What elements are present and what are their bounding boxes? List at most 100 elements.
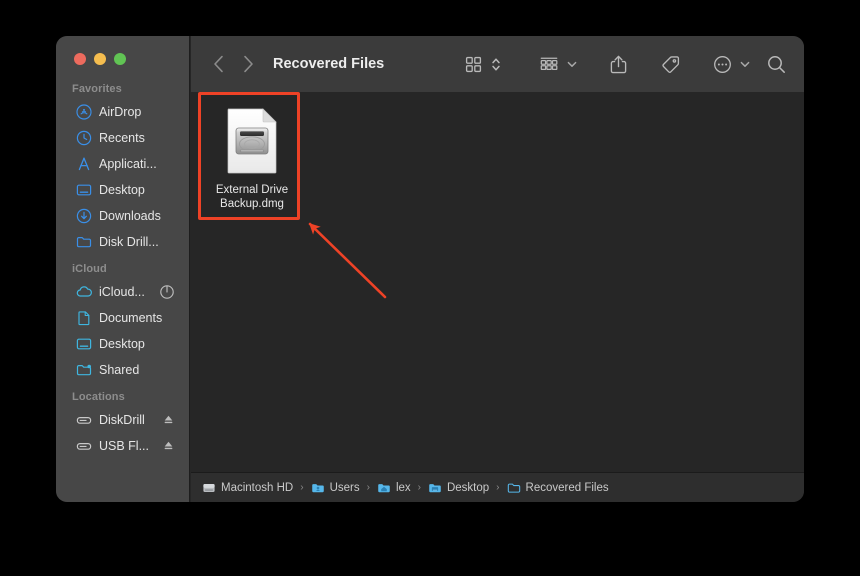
sidebar-item-label: USB Fl... <box>99 438 150 453</box>
view-grid-icon <box>465 56 481 72</box>
back-button[interactable] <box>203 50 233 78</box>
hard-drive-icon <box>203 483 215 492</box>
sidebar-group-header: iCloud <box>72 263 107 275</box>
breadcrumb-label: lex <box>395 481 411 494</box>
search-button[interactable] <box>762 50 790 78</box>
tag-icon <box>662 55 679 73</box>
view-stepper-icon <box>492 57 500 71</box>
breadcrumb-label: Macintosh HD <box>221 481 294 494</box>
sidebar-item-label: Disk Drill... <box>99 234 159 249</box>
breadcrumb-item-desktop[interactable]: Desktop <box>428 481 489 495</box>
breadcrumb: Macintosh HD › Users › lex › Desktop › Recovered… <box>191 472 804 502</box>
sidebar-item-label: Documents <box>99 310 163 325</box>
chevron-down-icon <box>740 61 750 67</box>
sidebar-item-documents[interactable]: Documents <box>62 305 183 330</box>
maximize-window-button[interactable] <box>114 53 126 65</box>
sidebar-item-label: Shared <box>99 362 140 377</box>
back-icon <box>213 55 223 73</box>
group-by-dropdown[interactable] <box>564 50 579 78</box>
sidebar-item-label: AirDrop <box>99 104 142 119</box>
sync-progress-icon <box>159 284 175 300</box>
share-icon <box>610 55 627 73</box>
sidebar-group-header: Favorites <box>72 83 122 95</box>
view-grid-button[interactable] <box>460 50 486 78</box>
finder-window: Favorites AirDrop Recents Applicati... Deskt… <box>56 36 804 502</box>
breadcrumb-item-lex[interactable]: lex <box>377 481 411 495</box>
desktop-icon <box>76 336 92 352</box>
sidebar-item-label: Downloads <box>99 208 161 223</box>
share-button[interactable] <box>605 50 631 78</box>
sidebar-item-diskdrill[interactable]: DiskDrill <box>62 407 183 432</box>
sidebar-item-desktop[interactable]: Desktop <box>62 177 183 202</box>
more-actions-dropdown[interactable] <box>737 50 752 78</box>
home-folder-icon <box>377 481 391 495</box>
sidebar-item-label: Recents <box>99 130 145 145</box>
dmg-disk-image-icon <box>225 108 279 174</box>
desktop-icon <box>76 182 92 198</box>
sidebar-group-icloud: iCloud iCloud... Documents Desktop Shared <box>56 263 189 382</box>
applications-icon <box>76 156 92 172</box>
downloads-icon <box>76 208 92 224</box>
sidebar-item-label: Applicati... <box>99 156 157 171</box>
breadcrumb-label: Users <box>329 481 360 494</box>
breadcrumb-separator: › <box>366 482 370 493</box>
toolbar: Recovered Files <box>191 36 804 92</box>
more-actions-button[interactable] <box>709 50 735 78</box>
sidebar-item-desktop[interactable]: Desktop <box>62 331 183 356</box>
sidebar-item-label: iCloud... <box>99 284 145 299</box>
sidebar-item-label: Desktop <box>99 182 145 197</box>
users-folder-icon <box>311 483 324 492</box>
sidebar-group-favorites: Favorites AirDrop Recents Applicati... Deskt… <box>56 83 189 254</box>
sidebar-item-icloud[interactable]: iCloud... <box>62 279 183 304</box>
desktop-folder-icon <box>428 481 442 495</box>
icon-grid: External Drive Backup.dmg <box>191 92 288 210</box>
users-folder-icon <box>311 481 325 495</box>
sidebar: Favorites AirDrop Recents Applicati... Deskt… <box>56 36 190 502</box>
eject-icon[interactable] <box>162 413 175 426</box>
desktop-folder-icon <box>429 483 441 492</box>
sidebar-item-usb-fl[interactable]: USB Fl... <box>62 433 183 458</box>
eject-icon[interactable] <box>162 439 175 452</box>
sidebar-item-downloads[interactable]: Downloads <box>62 203 183 228</box>
sidebar-item-shared[interactable]: Shared <box>62 357 183 382</box>
more-actions-icon <box>713 55 731 73</box>
sidebar-item-label: Desktop <box>99 336 145 351</box>
tag-button[interactable] <box>657 50 683 78</box>
airdrop-icon <box>76 103 92 120</box>
shared-folder-icon <box>76 362 92 378</box>
page-title: Recovered Files <box>273 56 385 72</box>
sidebar-item-applicati[interactable]: Applicati... <box>62 151 183 176</box>
breadcrumb-item-users[interactable]: Users <box>311 481 360 495</box>
sidebar-item-label: DiskDrill <box>99 412 145 427</box>
sidebar-item-airdrop[interactable]: AirDrop <box>62 99 183 124</box>
sidebar-group-header: Locations <box>72 391 125 403</box>
breadcrumb-separator: › <box>496 482 500 493</box>
view-options-stepper[interactable] <box>488 50 504 78</box>
sidebar-scroll-area[interactable]: Favorites AirDrop Recents Applicati... Deskt… <box>56 83 189 502</box>
folder-icon <box>507 481 521 495</box>
forward-icon <box>243 55 253 73</box>
sidebar-item-recents[interactable]: Recents <box>62 125 183 150</box>
file-name-line-1: External Drive <box>215 184 289 196</box>
file-item[interactable]: External Drive Backup.dmg <box>203 98 301 219</box>
breadcrumb-item-macintosh-hd[interactable]: Macintosh HD <box>202 481 293 495</box>
icloud-icon <box>76 284 92 300</box>
minimize-window-button[interactable] <box>94 53 106 65</box>
group-by-button[interactable] <box>536 50 562 78</box>
file-name-line-2: Backup.dmg <box>220 198 284 210</box>
home-folder-icon <box>378 483 390 492</box>
breadcrumb-separator: › <box>417 482 421 493</box>
close-window-button[interactable] <box>74 53 86 65</box>
window-controls <box>74 53 126 65</box>
sidebar-item-disk-drill[interactable]: Disk Drill... <box>62 229 183 254</box>
document-icon <box>76 310 92 326</box>
external-drive-icon <box>76 412 92 428</box>
breadcrumb-label: Recovered Files <box>525 481 609 494</box>
forward-button[interactable] <box>233 50 263 78</box>
hard-drive-icon <box>202 481 216 495</box>
sidebar-group-locations: Locations DiskDrill USB Fl... <box>56 391 189 458</box>
group-by-icon <box>540 57 558 70</box>
file-browser-content[interactable]: External Drive Backup.dmg <box>191 92 804 472</box>
folder-icon <box>76 234 92 250</box>
breadcrumb-item-recovered-files[interactable]: Recovered Files <box>507 481 609 495</box>
